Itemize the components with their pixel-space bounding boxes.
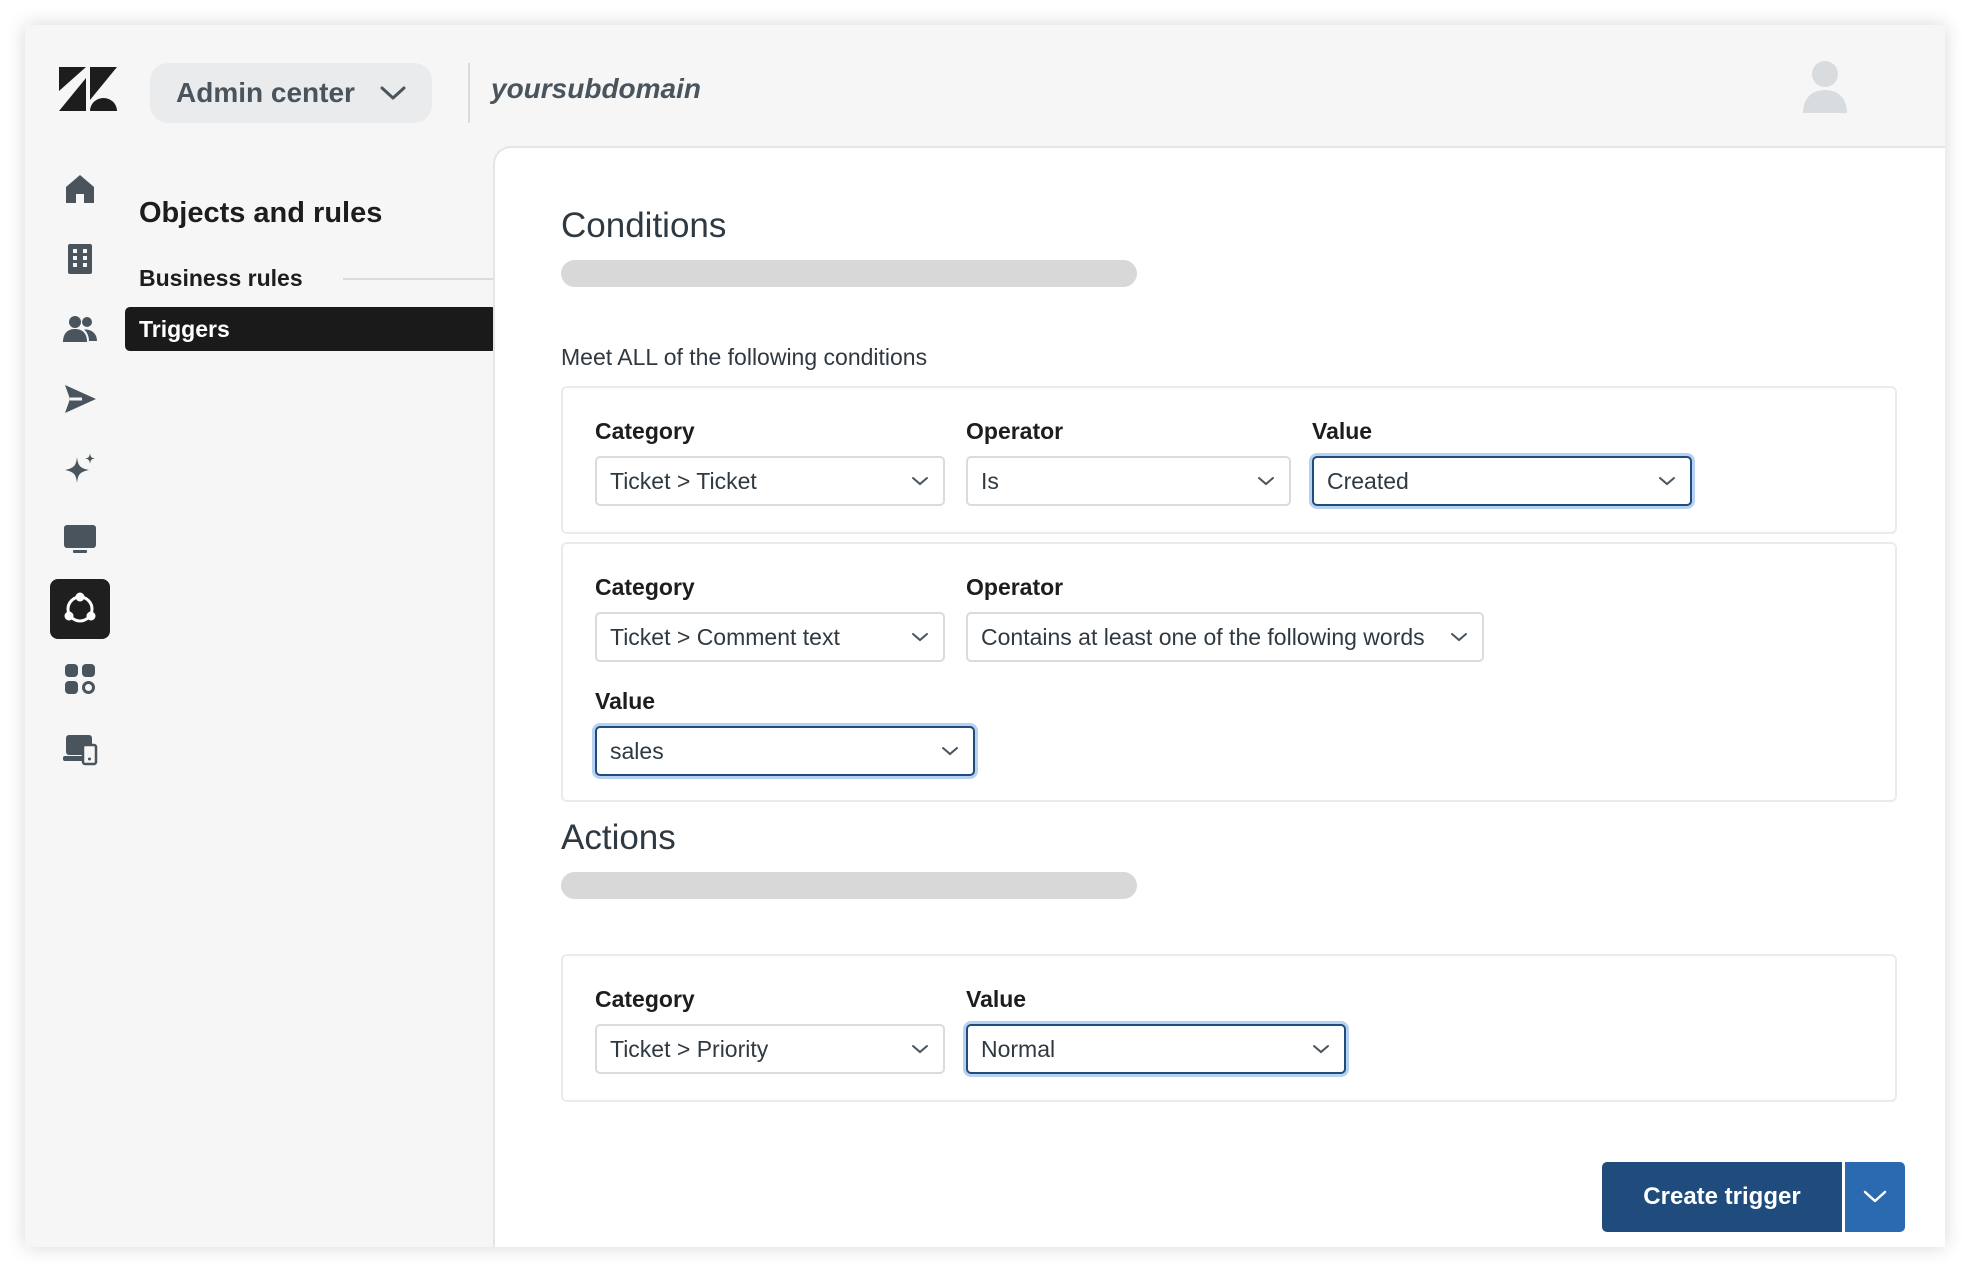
chevron-down-icon	[380, 86, 406, 100]
action-1-category-value: Ticket > Priority	[610, 1035, 769, 1062]
condition-card-1: Category Ticket > Ticket Operator Is Val…	[561, 386, 1897, 534]
condition-1-value-value: Created	[1327, 467, 1409, 494]
condition-2-operator-value: Contains at least one of the following w…	[981, 623, 1425, 650]
product-switcher-button[interactable]: Admin center	[150, 63, 432, 123]
chevron-down-icon	[912, 633, 928, 642]
actions-heading: Actions	[561, 818, 676, 857]
product-nav-rail	[25, 149, 135, 1247]
create-trigger-button[interactable]: Create trigger	[1602, 1162, 1842, 1232]
condition-2-value-value: sales	[610, 737, 664, 764]
action-1-category-label: Category	[595, 986, 695, 1012]
rail-account[interactable]	[50, 229, 110, 289]
rail-workspaces[interactable]	[50, 509, 110, 569]
objects-rules-icon	[64, 592, 96, 623]
conditions-heading: Conditions	[561, 206, 727, 245]
rail-objects-rules[interactable]	[50, 579, 110, 639]
actions-description-placeholder	[561, 872, 1137, 899]
home-icon	[66, 175, 94, 203]
chevron-down-icon	[1313, 1045, 1329, 1054]
action-1-value-value: Normal	[981, 1035, 1056, 1062]
rail-ai[interactable]	[50, 439, 110, 499]
chevron-down-icon	[1258, 477, 1274, 486]
condition-1-operator-value: Is	[981, 467, 999, 494]
people-icon	[63, 316, 97, 342]
rail-apps[interactable]	[50, 649, 110, 709]
building-icon	[68, 244, 92, 274]
rail-devices[interactable]	[50, 719, 110, 779]
condition-2-category-label: Category	[595, 574, 695, 600]
condition-1-operator-select[interactable]: Is	[966, 456, 1291, 506]
user-avatar-icon[interactable]	[1801, 59, 1849, 113]
header-divider	[468, 63, 470, 123]
condition-1-category-value: Ticket > Ticket	[610, 467, 757, 494]
chevron-down-icon	[1659, 477, 1675, 486]
action-1-category-select[interactable]: Ticket > Priority	[595, 1024, 945, 1074]
chevron-down-icon	[912, 1045, 928, 1054]
condition-1-category-select[interactable]: Ticket > Ticket	[595, 456, 945, 506]
condition-2-operator-select[interactable]: Contains at least one of the following w…	[966, 612, 1484, 662]
condition-card-2: Category Ticket > Comment text Operator …	[561, 542, 1897, 802]
product-switcher-label: Admin center	[176, 77, 355, 108]
condition-2-category-value: Ticket > Comment text	[610, 623, 840, 650]
condition-1-value-label: Value	[1312, 418, 1373, 444]
subnav-item-triggers[interactable]: Triggers	[125, 307, 497, 351]
chevron-down-icon	[1451, 633, 1467, 642]
rail-people[interactable]	[50, 299, 110, 359]
condition-1-category-label: Category	[595, 418, 695, 444]
condition-2-category-select[interactable]: Ticket > Comment text	[595, 612, 945, 662]
main-content-panel: Conditions Meet ALL of the following con…	[493, 146, 1945, 1247]
action-card-1: Category Ticket > Priority Value Normal	[561, 954, 1897, 1102]
subdomain-label: yoursubdomain	[491, 73, 702, 104]
top-header: Admin center yoursubdomain	[25, 25, 1945, 149]
subnav-section-business-rules: Business rules	[139, 265, 303, 291]
apps-icon	[65, 664, 95, 694]
condition-2-operator-label: Operator	[966, 574, 1064, 600]
rail-channels[interactable]	[50, 369, 110, 429]
sparkle-icon	[65, 453, 95, 483]
conditions-description-placeholder	[561, 260, 1137, 287]
condition-1-value-select[interactable]: Created	[1312, 456, 1692, 506]
subnav-title: Objects and rules	[139, 197, 383, 229]
chevron-down-icon	[912, 477, 928, 486]
condition-2-value-select[interactable]: sales	[595, 726, 975, 776]
chevron-down-icon	[942, 747, 958, 756]
subnav-section-divider	[343, 278, 497, 280]
create-trigger-menu-button[interactable]	[1845, 1162, 1905, 1232]
send-icon	[65, 385, 96, 413]
condition-2-value-label: Value	[595, 688, 656, 714]
rail-home[interactable]	[50, 159, 110, 219]
meet-all-label: Meet ALL of the following conditions	[561, 344, 928, 370]
action-1-value-select[interactable]: Normal	[966, 1024, 1346, 1074]
action-1-value-label: Value	[966, 986, 1027, 1012]
zendesk-logo-icon[interactable]	[59, 67, 117, 111]
admin-window: Admin center yoursubdomain Objects and r…	[25, 25, 1945, 1247]
condition-1-operator-label: Operator	[966, 418, 1064, 444]
monitor-icon	[64, 525, 96, 553]
chevron-down-icon	[1863, 1190, 1887, 1203]
devices-icon	[63, 735, 98, 766]
